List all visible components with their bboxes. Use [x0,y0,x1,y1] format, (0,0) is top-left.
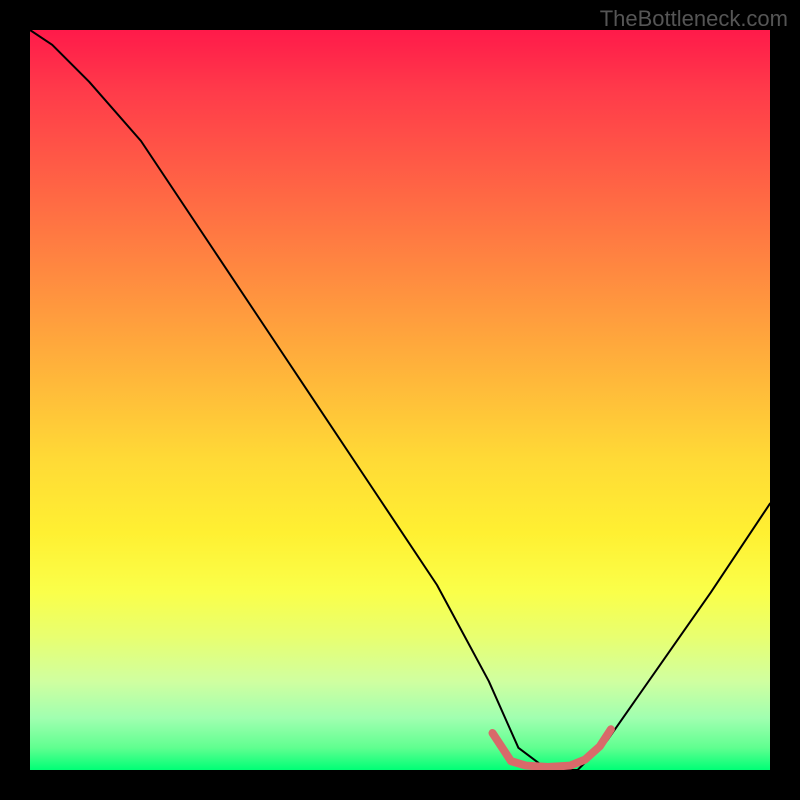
chart-plot-area [30,30,770,770]
watermark-text: TheBottleneck.com [600,6,788,32]
series-optimal-band [493,729,611,767]
chart-svg [30,30,770,770]
series-bottleneck-curve [30,30,770,770]
